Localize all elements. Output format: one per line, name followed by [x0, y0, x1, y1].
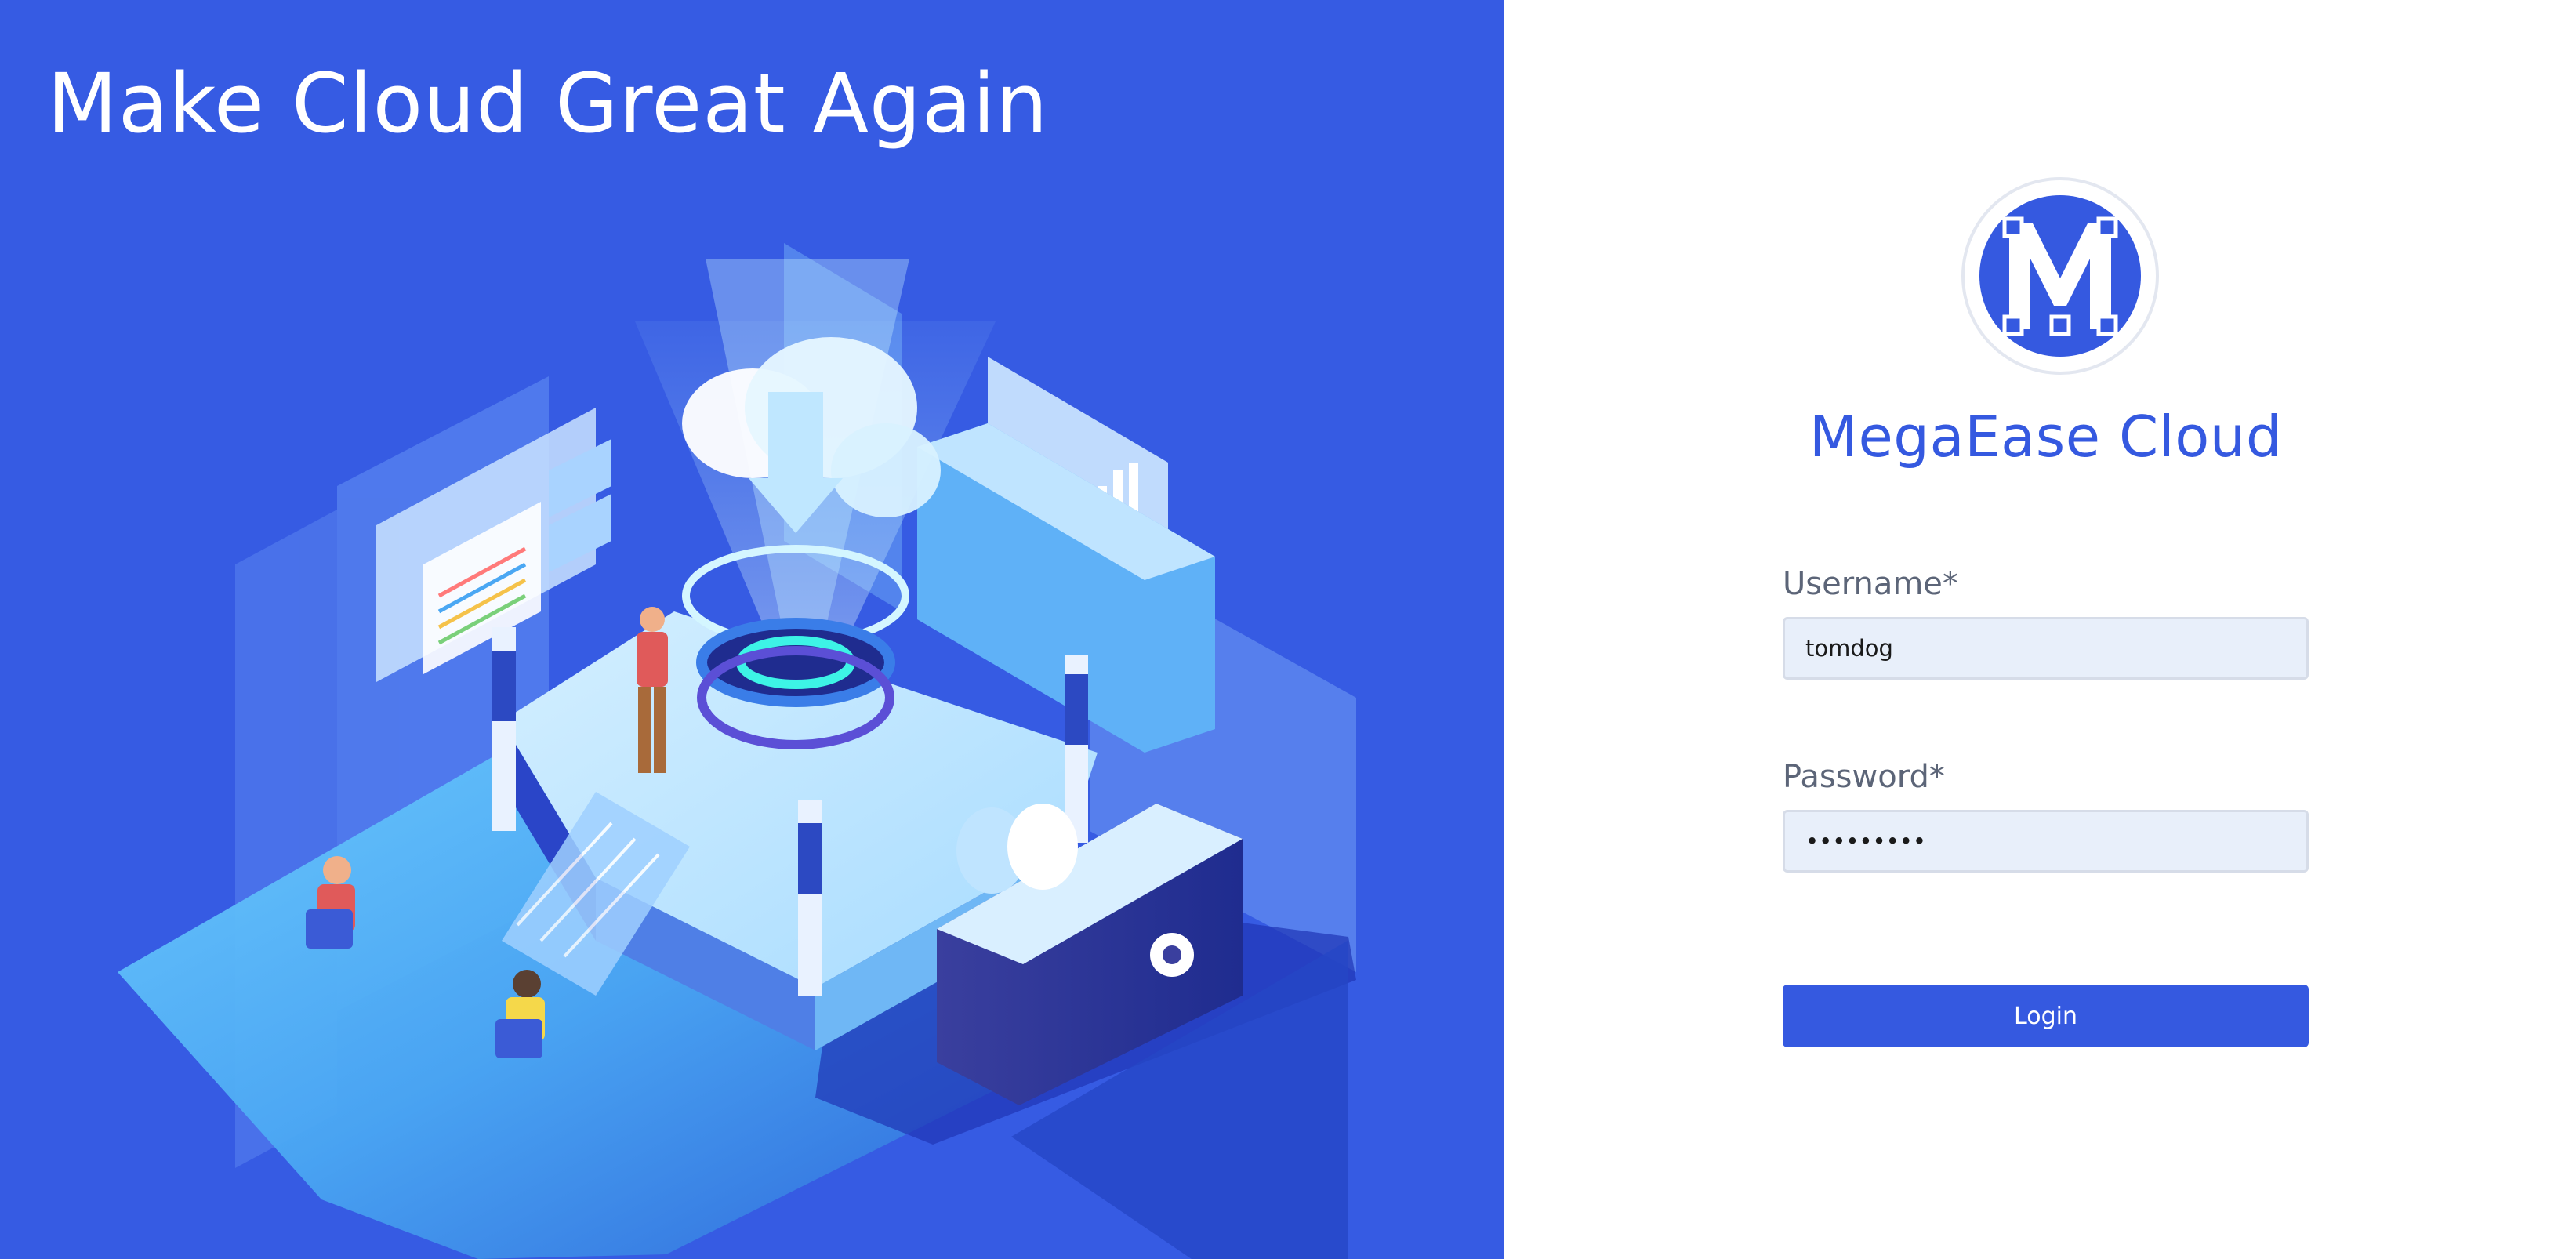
password-input[interactable] [1783, 810, 2309, 873]
login-button[interactable]: Login [1783, 985, 2309, 1047]
username-input[interactable] [1783, 617, 2309, 680]
hero-panel: Make Cloud Great Again [0, 0, 1504, 1259]
chat-bubbles-icon [956, 804, 1078, 894]
username-label: Username* [1783, 566, 1958, 602]
brand-name: MegaEase Cloud [1809, 404, 2283, 470]
cloud-platform-illustration [118, 243, 1356, 1259]
megaease-logo-icon [1961, 177, 2159, 375]
hero-title: Make Cloud Great Again [47, 56, 1049, 151]
login-page: Make Cloud Great Again MegaEase Cloud Us… [0, 0, 2576, 1259]
password-label: Password* [1783, 759, 1945, 795]
login-panel: MegaEase Cloud Username* Password* Login [1504, 0, 2576, 1259]
